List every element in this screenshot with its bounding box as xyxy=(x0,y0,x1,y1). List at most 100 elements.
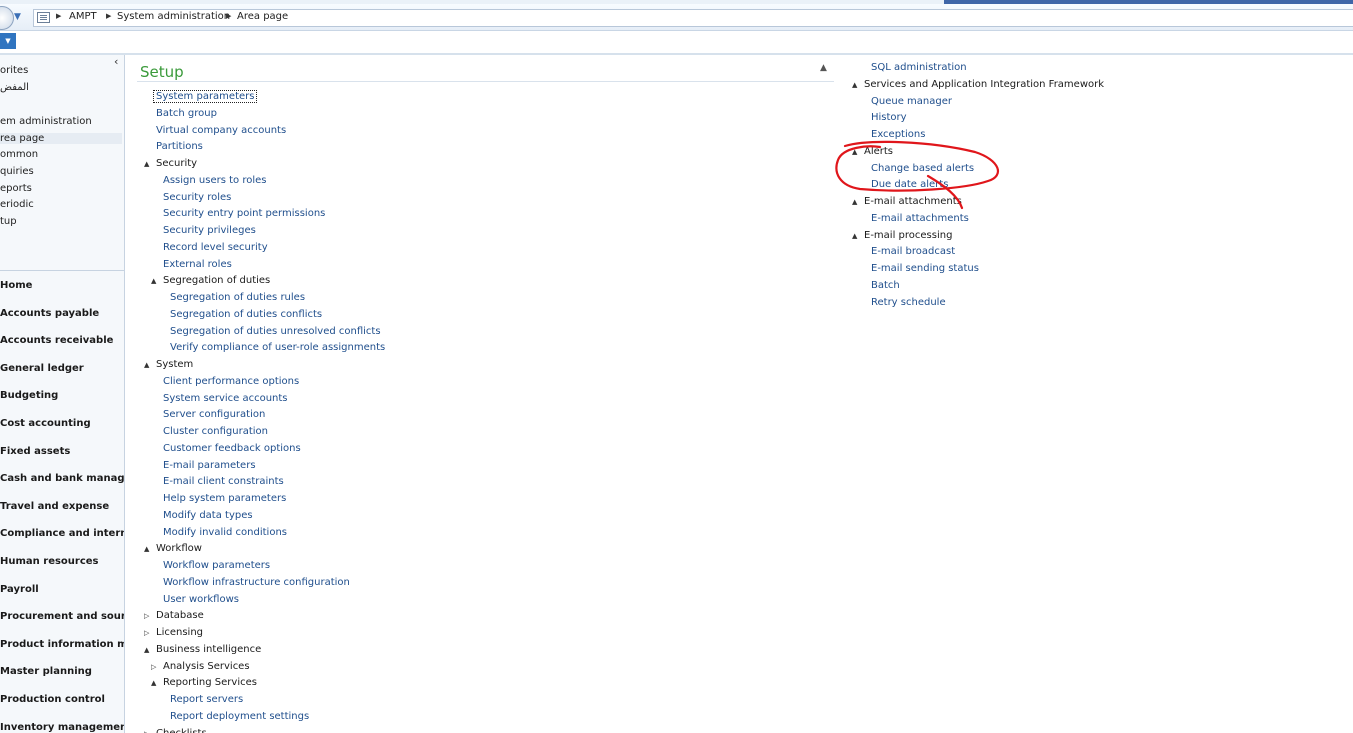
tree-item-record-level-security[interactable]: Record level security xyxy=(163,241,268,255)
tree-item-system-parameters[interactable]: System parameters xyxy=(152,90,258,104)
tree-item-due-date-alerts[interactable]: Due date alerts xyxy=(871,178,948,192)
menu-link[interactable]: Report deployment settings xyxy=(170,711,309,722)
menu-link[interactable]: Partitions xyxy=(156,141,203,152)
tree-item-segregation-of-duties-conflicts[interactable]: Segregation of duties conflicts xyxy=(170,308,322,322)
breadcrumb[interactable]: ▶ AMPT ▶ System administration ▶ Area pa… xyxy=(33,9,1353,27)
nav-area-item[interactable]: tup xyxy=(0,216,17,227)
menu-link[interactable]: Retry schedule xyxy=(871,297,946,308)
menu-link[interactable]: Help system parameters xyxy=(163,493,286,504)
tree-item-help-system-parameters[interactable]: Help system parameters xyxy=(163,492,286,506)
tree-item-alerts[interactable]: Alerts xyxy=(864,145,893,159)
breadcrumb-separator-icon[interactable]: ▶ xyxy=(56,12,61,20)
tree-item-report-servers[interactable]: Report servers xyxy=(170,693,243,707)
tree-item-history[interactable]: History xyxy=(871,111,907,125)
menu-link[interactable]: E-mail parameters xyxy=(163,460,256,471)
menu-link[interactable]: Report servers xyxy=(170,694,243,705)
menu-link[interactable]: Assign users to roles xyxy=(163,175,266,186)
tree-item-queue-manager[interactable]: Queue manager xyxy=(871,95,952,109)
expanded-toggle-icon[interactable]: ▲ xyxy=(144,160,149,168)
back-button[interactable] xyxy=(0,6,14,30)
menu-link[interactable]: Batch group xyxy=(156,108,217,119)
menu-link[interactable]: Record level security xyxy=(163,242,268,253)
tree-item-segregation-of-duties[interactable]: Segregation of duties xyxy=(163,274,270,288)
nav-area-item[interactable]: em administration xyxy=(0,116,92,127)
menu-link[interactable]: Due date alerts xyxy=(871,179,948,190)
tree-item-security-privileges[interactable]: Security privileges xyxy=(163,224,256,238)
tree-item-virtual-company-accounts[interactable]: Virtual company accounts xyxy=(156,124,286,138)
expanded-toggle-icon[interactable]: ▲ xyxy=(144,545,149,553)
tree-item-system[interactable]: System xyxy=(156,358,193,372)
tree-item-e-mail-client-constraints[interactable]: E-mail client constraints xyxy=(163,475,284,489)
menu-link[interactable]: Segregation of duties unresolved conflic… xyxy=(170,326,381,337)
tree-item-user-workflows[interactable]: User workflows xyxy=(163,593,239,607)
module-payroll[interactable]: Payroll xyxy=(0,584,39,595)
menu-link[interactable]: Workflow parameters xyxy=(163,560,270,571)
menu-link[interactable]: System service accounts xyxy=(163,393,288,404)
expanded-toggle-icon[interactable]: ▲ xyxy=(144,361,149,369)
group-label[interactable]: Analysis Services xyxy=(163,661,250,672)
breadcrumb-item-page[interactable]: Area page xyxy=(237,11,288,22)
tree-item-retry-schedule[interactable]: Retry schedule xyxy=(871,296,946,310)
menu-link[interactable]: Modify data types xyxy=(163,510,253,521)
menu-link[interactable]: User workflows xyxy=(163,594,239,605)
tree-item-verify-compliance-of-user-role-assignments[interactable]: Verify compliance of user-role assignmen… xyxy=(170,341,385,355)
expanded-toggle-icon[interactable]: ▲ xyxy=(852,81,857,89)
tree-item-e-mail-broadcast[interactable]: E-mail broadcast xyxy=(871,245,955,259)
tree-item-sql-administration[interactable]: SQL administration xyxy=(871,61,967,75)
menu-link[interactable]: History xyxy=(871,112,907,123)
tree-item-workflow-infrastructure-configuration[interactable]: Workflow infrastructure configuration xyxy=(163,576,350,590)
tree-item-e-mail-attachments[interactable]: E-mail attachments xyxy=(864,195,962,209)
group-label[interactable]: Alerts xyxy=(864,146,893,157)
tree-item-security-roles[interactable]: Security roles xyxy=(163,191,231,205)
tree-item-system-service-accounts[interactable]: System service accounts xyxy=(163,392,288,406)
expanded-toggle-icon[interactable]: ▲ xyxy=(151,679,156,687)
tree-item-customer-feedback-options[interactable]: Customer feedback options xyxy=(163,442,301,456)
tree-item-external-roles[interactable]: External roles xyxy=(163,258,232,272)
module-fixed-assets[interactable]: Fixed assets xyxy=(0,446,70,457)
group-label[interactable]: Checklists xyxy=(156,728,207,733)
group-label[interactable]: Services and Application Integration Fra… xyxy=(864,79,1104,90)
menu-link[interactable]: Exceptions xyxy=(871,129,925,140)
nav-area-item[interactable]: eports xyxy=(0,183,32,194)
menu-link[interactable]: E-mail attachments xyxy=(871,213,969,224)
group-label[interactable]: Database xyxy=(156,610,204,621)
expanded-toggle-icon[interactable]: ▲ xyxy=(852,232,857,240)
collapsed-toggle-icon[interactable]: ▷ xyxy=(144,612,149,620)
menu-link[interactable]: System parameters xyxy=(152,90,258,103)
menu-link[interactable]: Batch xyxy=(871,280,900,291)
tree-item-database[interactable]: Database xyxy=(156,609,204,623)
breadcrumb-item-company[interactable]: AMPT xyxy=(69,11,97,22)
tree-item-security-entry-point-permissions[interactable]: Security entry point permissions xyxy=(163,207,325,221)
menu-link[interactable]: Segregation of duties rules xyxy=(170,292,305,303)
module-accounts-receivable[interactable]: Accounts receivable xyxy=(0,335,113,346)
tree-item-batch[interactable]: Batch xyxy=(871,279,900,293)
collapsed-toggle-icon[interactable]: ▷ xyxy=(151,663,156,671)
tree-item-server-configuration[interactable]: Server configuration xyxy=(163,408,265,422)
tree-item-assign-users-to-roles[interactable]: Assign users to roles xyxy=(163,174,266,188)
module-home[interactable]: Home xyxy=(0,280,32,291)
group-label[interactable]: Security xyxy=(156,158,197,169)
menu-link[interactable]: E-mail client constraints xyxy=(163,476,284,487)
tree-item-e-mail-sending-status[interactable]: E-mail sending status xyxy=(871,262,979,276)
nav-area-item[interactable]: rea page xyxy=(0,133,122,144)
tree-item-analysis-services[interactable]: Analysis Services xyxy=(163,660,250,674)
tree-item-workflow-parameters[interactable]: Workflow parameters xyxy=(163,559,270,573)
module-product-information-ma[interactable]: Product information ma... xyxy=(0,639,124,650)
expanded-toggle-icon[interactable]: ▲ xyxy=(151,277,156,285)
nav-area-item[interactable]: المفض xyxy=(0,82,29,93)
menu-link[interactable]: External roles xyxy=(163,259,232,270)
tree-item-security[interactable]: Security xyxy=(156,157,197,171)
tree-item-checklists[interactable]: Checklists xyxy=(156,727,207,733)
collapsed-toggle-icon[interactable]: ▷ xyxy=(144,629,149,637)
module-compliance-and-internal[interactable]: Compliance and internal... xyxy=(0,528,124,539)
menu-link[interactable]: E-mail sending status xyxy=(871,263,979,274)
nav-area-item[interactable]: quiries xyxy=(0,166,34,177)
tree-item-report-deployment-settings[interactable]: Report deployment settings xyxy=(170,710,309,724)
menu-link[interactable]: Security privileges xyxy=(163,225,256,236)
menu-link[interactable]: Security entry point permissions xyxy=(163,208,325,219)
breadcrumb-item-module[interactable]: System administration xyxy=(117,11,230,22)
collapse-section-icon[interactable]: ▲ xyxy=(820,63,827,73)
page-menu-icon[interactable] xyxy=(37,12,50,23)
tree-item-workflow[interactable]: Workflow xyxy=(156,542,202,556)
tree-item-services-and-application-integration-framework[interactable]: Services and Application Integration Fra… xyxy=(864,78,1104,92)
